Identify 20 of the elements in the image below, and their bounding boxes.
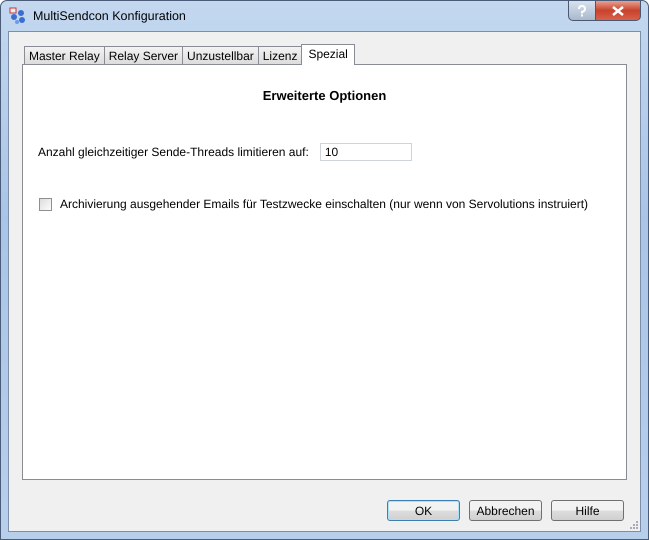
thread-limit-field[interactable]: 10 <box>320 143 412 161</box>
app-icon <box>9 7 27 25</box>
dialog-button[interactable]: OK <box>387 500 460 521</box>
close-button[interactable] <box>596 1 641 21</box>
tab[interactable]: Unzustellbar <box>182 46 259 64</box>
archive-checkbox[interactable] <box>39 198 52 210</box>
thread-limit-label: Anzahl gleichzeitiger Sende-Threads limitieren auf: <box>38 145 309 159</box>
resize-grip-icon[interactable] <box>629 520 638 529</box>
tab[interactable]: Relay Server <box>104 46 184 64</box>
tab[interactable]: Lizenz <box>258 46 302 64</box>
tab[interactable]: Master Relay <box>24 46 105 64</box>
archive-label: Archivierung ausgehender Emails für Testzwecke einschalten (nur wenn von Servolutions instruiert) <box>60 197 588 211</box>
tab[interactable]: Spezial <box>301 44 355 65</box>
dialog-button[interactable]: Hilfe <box>551 500 624 521</box>
dialog-button[interactable]: Abbrechen <box>469 500 542 521</box>
window-title: MultiSendcon Konfiguration <box>33 9 186 23</box>
close-icon <box>612 6 624 16</box>
help-icon <box>577 4 587 16</box>
section-heading: Erweiterte Optionen <box>262 88 388 103</box>
help-button[interactable] <box>568 1 596 21</box>
